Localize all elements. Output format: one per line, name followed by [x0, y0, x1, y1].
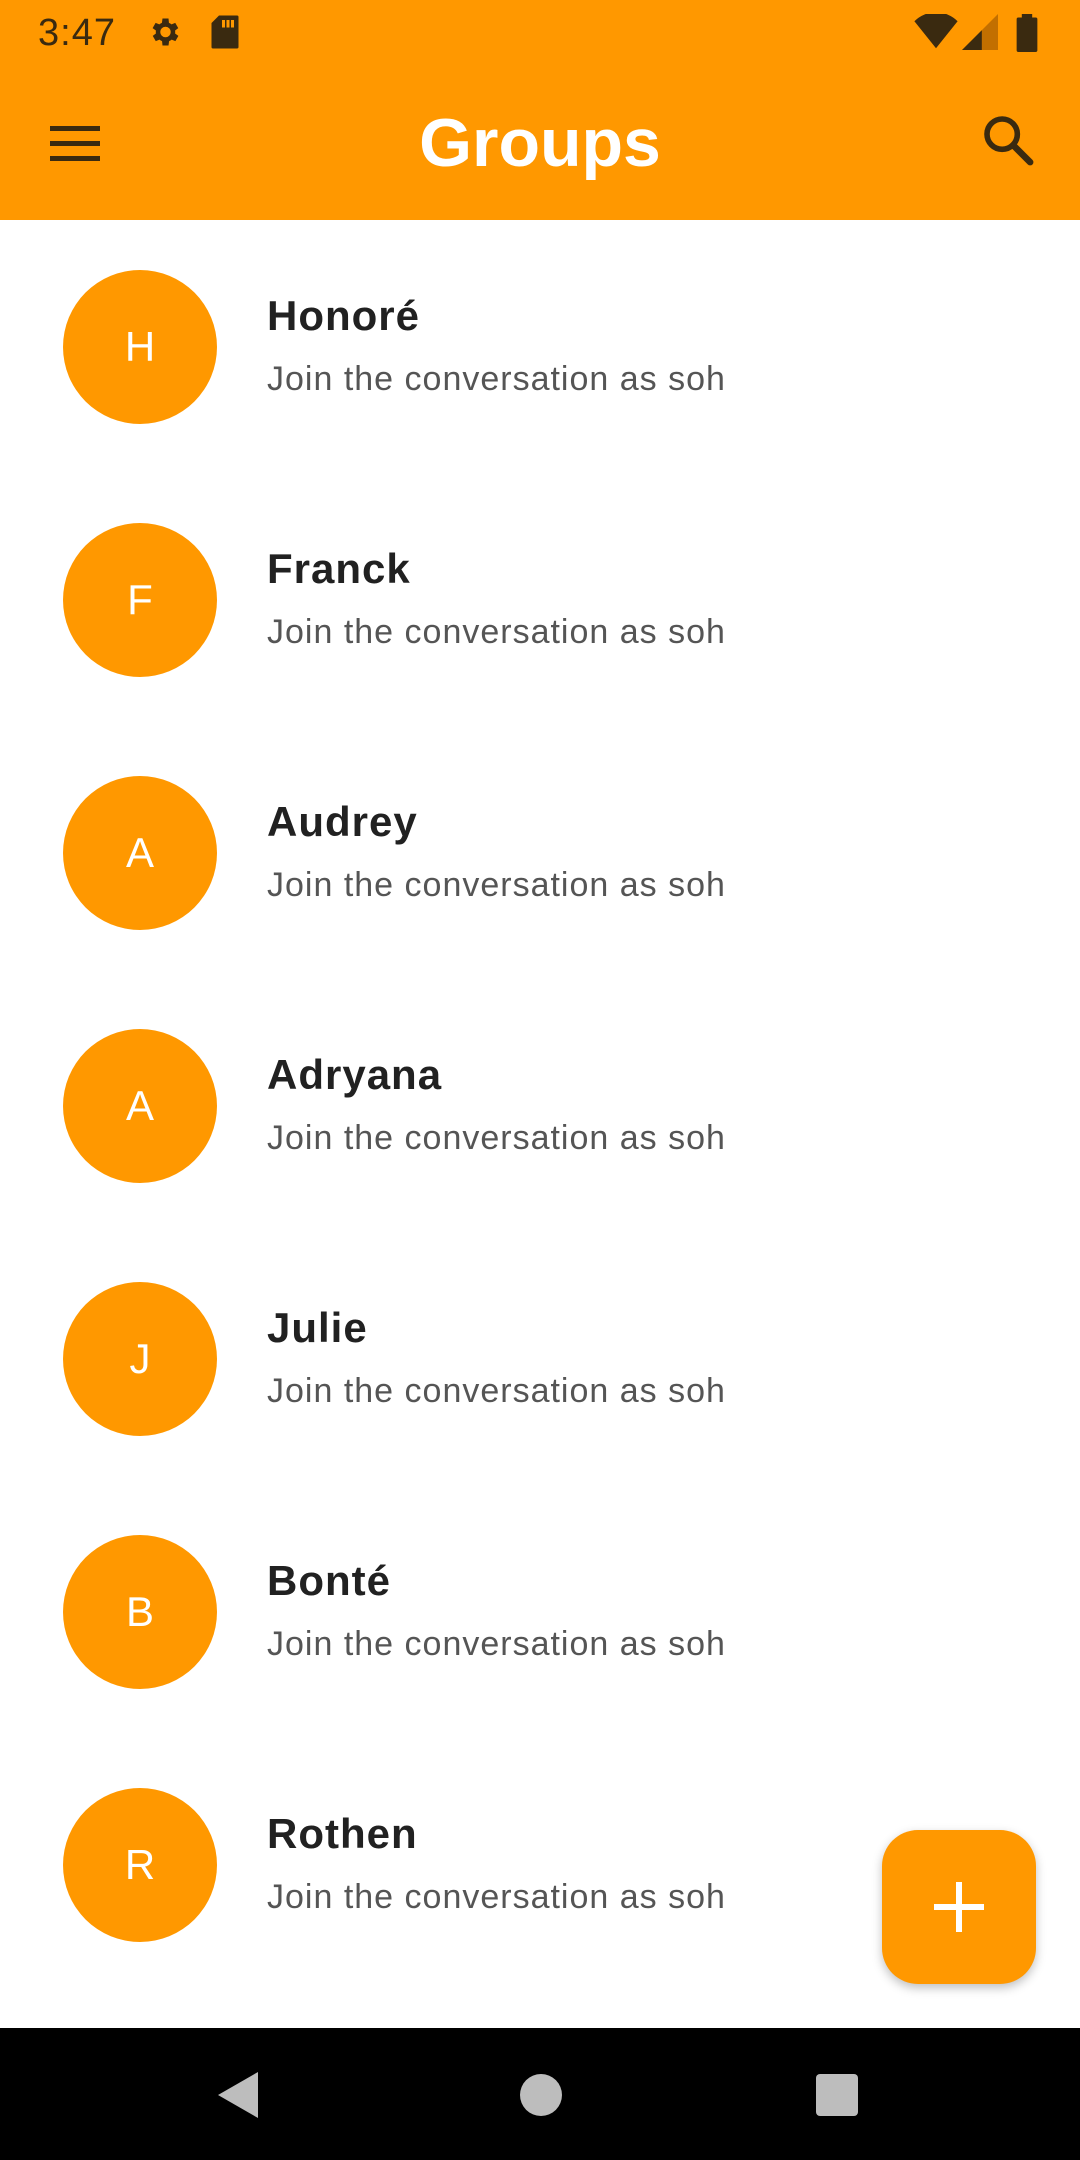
sd-card-icon: [210, 14, 240, 55]
group-name: Franck: [267, 545, 411, 592]
group-name: Audrey: [267, 798, 418, 845]
avatar: R: [63, 1788, 217, 1942]
group-row-franck[interactable]: F Franck Join the conversation as soh: [0, 473, 1080, 726]
plus-icon: [934, 1882, 984, 1932]
avatar: F: [63, 523, 217, 677]
group-subtitle: Join the conversation as soh: [267, 360, 726, 398]
group-row-bonte[interactable]: B Bonté Join the conversation as soh: [0, 1485, 1080, 1738]
wifi-icon: [914, 12, 958, 55]
group-name: Rothen: [267, 1810, 418, 1857]
status-time: 3:47: [38, 12, 116, 54]
page-title: Groups: [419, 105, 661, 181]
search-button[interactable]: [980, 112, 1050, 182]
group-name: Adryana: [267, 1051, 443, 1098]
group-subtitle: Join the conversation as soh: [267, 1372, 726, 1410]
group-row-adryana[interactable]: A Adryana Join the conversation as soh: [0, 979, 1080, 1232]
group-subtitle: Join the conversation as soh: [267, 1878, 726, 1916]
group-subtitle: Join the conversation as soh: [267, 1119, 726, 1157]
search-icon: [984, 116, 1034, 166]
group-row-audrey[interactable]: A Audrey Join the conversation as soh: [0, 726, 1080, 979]
navigation-bar: [0, 2028, 1080, 2160]
home-icon[interactable]: [520, 2074, 562, 2116]
avatar: A: [63, 776, 217, 930]
avatar: A: [63, 1029, 217, 1183]
group-row-honore[interactable]: H Honoré Join the conversation as soh: [0, 220, 1080, 473]
group-subtitle: Join the conversation as soh: [267, 866, 726, 904]
avatar: H: [63, 270, 217, 424]
battery-icon: [1016, 14, 1038, 57]
group-name: Bonté: [267, 1557, 391, 1604]
group-subtitle: Join the conversation as soh: [267, 1625, 726, 1663]
status-bar: 3:47: [0, 0, 1080, 68]
recents-icon[interactable]: [816, 2074, 858, 2116]
group-name: Julie: [267, 1304, 368, 1351]
back-icon[interactable]: [216, 2070, 262, 2125]
group-list: H Honoré Join the conversation as soh F …: [0, 220, 1080, 1991]
avatar: J: [63, 1282, 217, 1436]
add-group-button[interactable]: [882, 1830, 1036, 1984]
gear-icon: [146, 14, 182, 55]
app-bar: Groups: [0, 68, 1080, 220]
avatar: B: [63, 1535, 217, 1689]
signal-icon: [962, 14, 998, 55]
group-name: Honoré: [267, 292, 420, 339]
group-subtitle: Join the conversation as soh: [267, 613, 726, 651]
group-row-julie[interactable]: J Julie Join the conversation as soh: [0, 1232, 1080, 1485]
